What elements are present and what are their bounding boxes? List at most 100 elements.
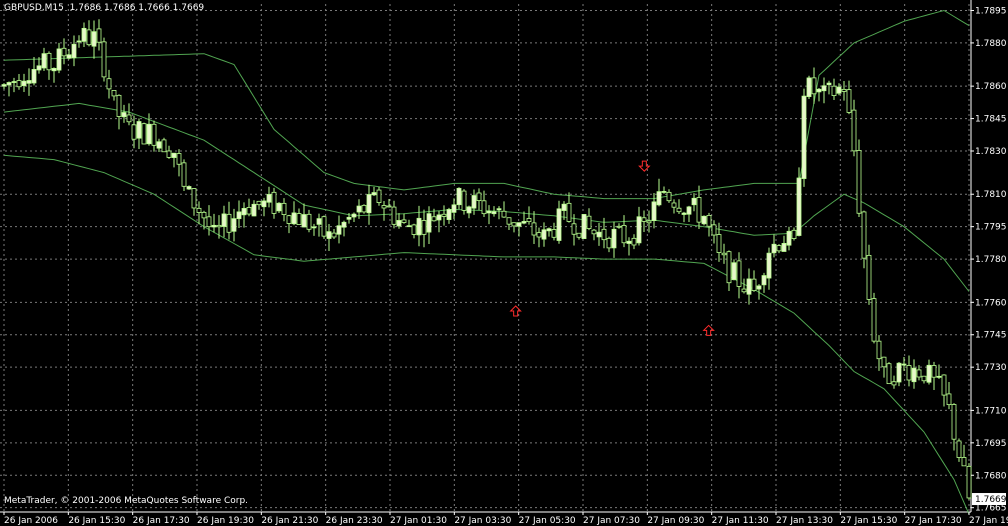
candle[interactable] <box>466 205 472 219</box>
candle[interactable] <box>926 359 932 385</box>
candle[interactable] <box>251 200 257 217</box>
candle[interactable] <box>726 250 732 291</box>
candle[interactable] <box>706 212 712 237</box>
candle[interactable] <box>531 211 537 244</box>
candle[interactable] <box>26 68 32 96</box>
candle[interactable] <box>786 226 792 251</box>
candle[interactable] <box>691 193 697 212</box>
candle[interactable] <box>891 375 897 389</box>
candle[interactable] <box>441 205 447 226</box>
candle[interactable] <box>556 200 562 244</box>
candle[interactable] <box>176 149 182 177</box>
candle[interactable] <box>31 57 37 86</box>
candle[interactable] <box>696 185 702 230</box>
candle[interactable] <box>246 198 252 217</box>
candle[interactable] <box>536 227 542 248</box>
candle[interactable] <box>881 356 887 378</box>
candle[interactable] <box>816 87 822 102</box>
candle[interactable] <box>161 137 167 153</box>
candle[interactable] <box>731 259 737 281</box>
candle[interactable] <box>451 198 457 220</box>
candle[interactable] <box>701 215 707 226</box>
candle[interactable] <box>471 189 477 215</box>
candle[interactable] <box>566 192 572 223</box>
candle[interactable] <box>156 138 162 152</box>
candle[interactable] <box>661 186 667 194</box>
candle[interactable] <box>86 20 92 47</box>
candle[interactable] <box>136 118 142 149</box>
candle[interactable] <box>946 382 952 410</box>
candle[interactable] <box>711 220 717 244</box>
candle[interactable] <box>436 211 442 233</box>
candle[interactable] <box>641 210 647 232</box>
candle[interactable] <box>406 219 412 228</box>
time-axis[interactable]: 26 Jan 2006 26 Jan 15:30 26 Jan 17:30 26 Ja… <box>3 512 1008 526</box>
candle[interactable] <box>606 236 612 253</box>
candle[interactable] <box>456 187 462 210</box>
candle[interactable] <box>286 214 292 234</box>
candle[interactable] <box>751 270 757 292</box>
candle[interactable] <box>181 159 187 191</box>
candle[interactable] <box>686 205 692 223</box>
candle[interactable] <box>746 268 752 305</box>
price-chart[interactable]: 1.7895 1.7880 1.7860 1.7845 1.7830 1.7810 1.77… <box>0 0 1008 526</box>
candle[interactable] <box>616 223 622 229</box>
candle[interactable] <box>341 220 347 237</box>
candle[interactable] <box>186 185 192 190</box>
candle[interactable] <box>391 200 397 229</box>
candle[interactable] <box>951 403 957 451</box>
candle[interactable] <box>886 362 892 385</box>
candle[interactable] <box>1 83 7 90</box>
candle[interactable] <box>61 38 67 65</box>
candle[interactable] <box>966 463 972 500</box>
candle[interactable] <box>766 247 772 290</box>
candle[interactable] <box>261 197 267 217</box>
candle[interactable] <box>841 81 847 101</box>
candle[interactable] <box>381 201 387 221</box>
candle[interactable] <box>546 227 552 237</box>
candle[interactable] <box>496 206 502 220</box>
candle[interactable] <box>851 99 857 157</box>
candle[interactable] <box>111 90 117 101</box>
candle[interactable] <box>266 186 272 208</box>
candle[interactable] <box>376 186 382 206</box>
candle[interactable] <box>141 122 147 145</box>
candle[interactable] <box>791 227 797 241</box>
candle[interactable] <box>171 152 177 168</box>
price-axis[interactable]: 1.7895 1.7880 1.7860 1.7845 1.7830 1.7810 1.77… <box>971 6 1007 514</box>
candle[interactable] <box>56 42 62 74</box>
candle[interactable] <box>326 224 332 252</box>
candle[interactable] <box>876 335 882 371</box>
candle[interactable] <box>336 215 342 244</box>
candle[interactable] <box>331 228 337 240</box>
candle[interactable] <box>151 120 157 152</box>
candle[interactable] <box>936 364 942 379</box>
candle[interactable] <box>66 48 72 60</box>
candle[interactable] <box>401 213 407 224</box>
candle[interactable] <box>626 237 632 256</box>
candle[interactable] <box>721 243 727 264</box>
candle[interactable] <box>541 222 547 247</box>
candle[interactable] <box>501 201 507 218</box>
candle[interactable] <box>106 69 112 99</box>
candle[interactable] <box>91 20 97 59</box>
candle[interactable] <box>316 213 322 237</box>
candle[interactable] <box>856 139 862 218</box>
candle[interactable] <box>296 208 302 225</box>
candle[interactable] <box>796 167 802 237</box>
candle[interactable] <box>586 208 592 231</box>
candle[interactable] <box>576 232 582 240</box>
candle[interactable] <box>666 189 672 203</box>
candle[interactable] <box>581 214 587 239</box>
candle[interactable] <box>411 223 417 239</box>
candle[interactable] <box>366 184 372 225</box>
candle[interactable] <box>871 292 877 344</box>
candle[interactable] <box>301 203 307 228</box>
candle[interactable] <box>461 189 467 215</box>
candle[interactable] <box>126 103 132 126</box>
candle[interactable] <box>256 200 262 210</box>
candle[interactable] <box>901 357 907 371</box>
candle[interactable] <box>11 77 17 93</box>
candle[interactable] <box>861 210 867 269</box>
candle[interactable] <box>811 67 817 104</box>
